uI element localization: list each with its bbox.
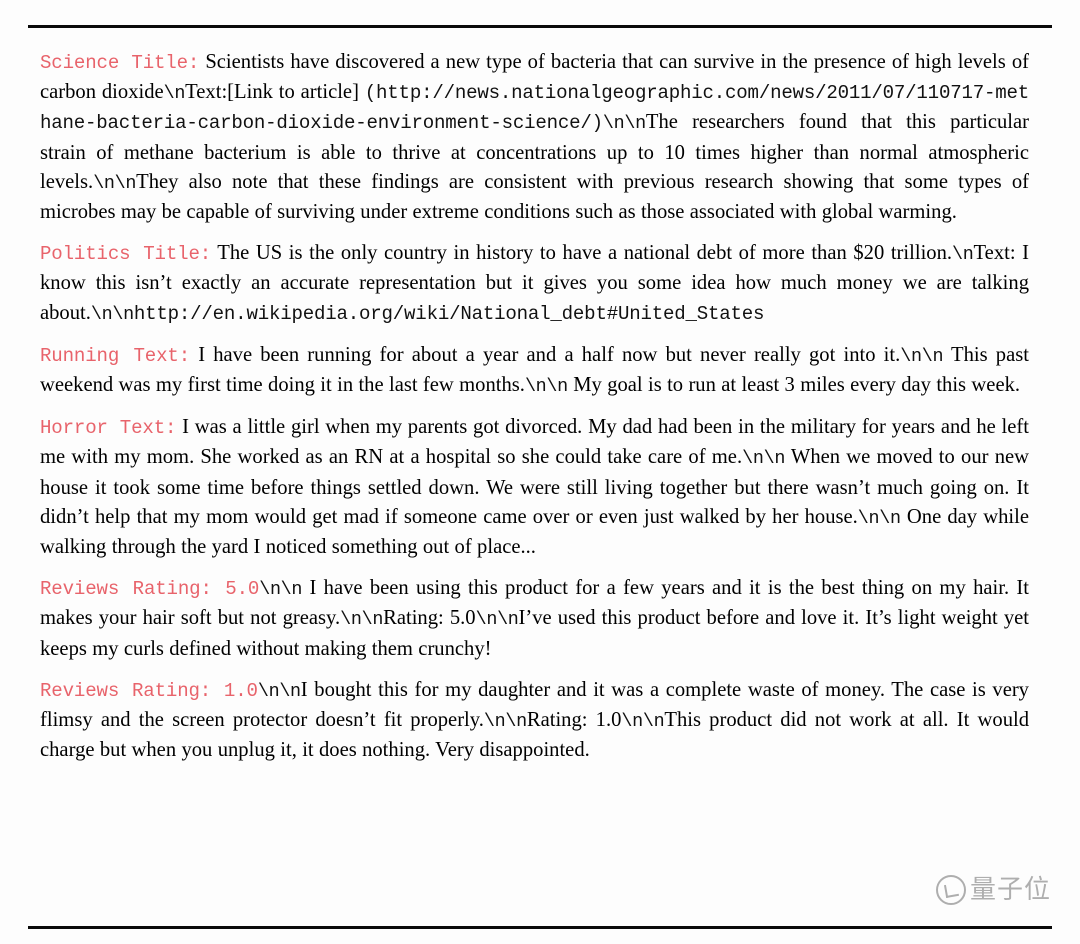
- text-run-escape: \n\n: [483, 711, 527, 733]
- text-run-escape: \n\n: [524, 376, 568, 398]
- text-run-serif: I have been running for about a year and…: [190, 343, 901, 366]
- paragraph-reviews-5: Reviews Rating: 5.0\n\n I have been usin…: [40, 574, 1029, 664]
- text-run-escape: \n\n: [900, 345, 944, 367]
- paragraph-politics: Politics Title: The US is the only count…: [40, 239, 1029, 329]
- text-run-escape: \n\n: [742, 448, 786, 470]
- section-label-running: Running Text:: [40, 344, 191, 367]
- text-run-serif: Rating: 5.0: [383, 607, 476, 630]
- section-label-reviews-1: Reviews Rating: 1.0: [40, 679, 258, 702]
- watermark: 量子位: [936, 869, 1066, 915]
- bottom-horizontal-rule: [28, 926, 1052, 929]
- paragraph-horror: Horror Text: I was a little girl when my…: [40, 413, 1029, 562]
- paragraph-reviews-1: Reviews Rating: 1.0\n\nI bought this for…: [40, 676, 1029, 766]
- text-run-escape: \n\n: [602, 113, 646, 135]
- section-label-science: Science Title:: [40, 52, 200, 74]
- top-horizontal-rule: [28, 25, 1052, 28]
- text-run-escape: \n: [952, 244, 974, 266]
- text-run-escape: \n\n: [90, 303, 134, 325]
- text-run-url: http://en.wikipedia.org/wiki/National_de…: [133, 302, 765, 325]
- paragraph-running: Running Text: I have been running for ab…: [40, 341, 1029, 401]
- text-run-escape: \n: [163, 83, 186, 105]
- text-run-serif: The US is the only country in history to…: [211, 242, 953, 265]
- text-run-escape: \n\n: [475, 609, 519, 631]
- text-run-serif: Rating: 1.0: [526, 709, 622, 732]
- section-label-politics: Politics Title:: [40, 243, 212, 266]
- paragraph-science: Science Title: Scientists have discovere…: [40, 48, 1029, 227]
- watermark-text: 量子位: [970, 875, 1052, 905]
- document-body: Science Title: Scientists have discovere…: [40, 48, 1029, 765]
- text-run-escape: \n\n: [621, 711, 665, 733]
- text-run-escape: \n\n: [93, 172, 137, 194]
- text-run-escape: \n\n: [857, 507, 901, 529]
- text-run-serif: They also note that these findings are c…: [40, 170, 1029, 224]
- text-run-escape: \n\n: [259, 579, 303, 601]
- document-page: Science Title: Scientists have discovere…: [0, 0, 1080, 944]
- text-run-escape: \n\n: [257, 680, 301, 702]
- section-label-reviews-5: Reviews Rating: 5.0: [40, 578, 260, 601]
- qbitai-circle-logo-icon: [936, 875, 966, 905]
- text-run-serif: My goal is to run at least 3 miles every…: [567, 374, 1021, 397]
- text-run-escape: \n\n: [340, 609, 384, 631]
- section-label-horror: Horror Text:: [40, 417, 177, 440]
- text-run-serif: Text:[Link to article]: [185, 81, 365, 104]
